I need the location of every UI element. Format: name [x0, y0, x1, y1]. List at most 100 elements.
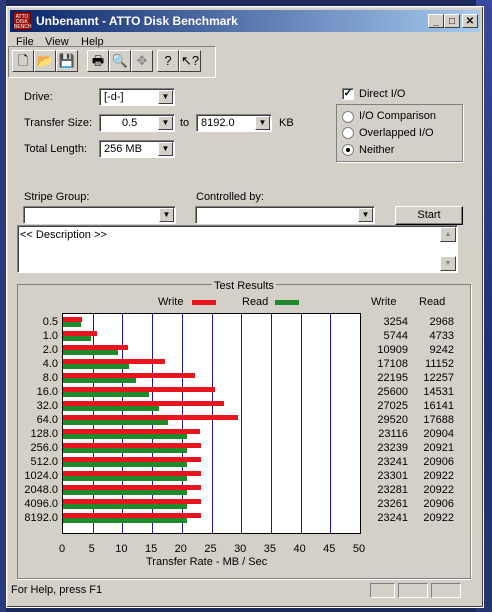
y-tick-label: 512.0 [30, 456, 58, 468]
io-comparison-radio[interactable] [342, 111, 354, 123]
x-tick-label: 45 [323, 543, 336, 555]
chevron-down-icon[interactable]: ▼ [158, 142, 173, 156]
read-value: 14531 [423, 386, 454, 398]
write-value: 23239 [377, 442, 408, 454]
print-preview-icon[interactable]: 🔍 [109, 50, 131, 72]
transfer-size-to-select[interactable]: 8192.0 ▼ [196, 114, 272, 132]
write-value: 29520 [377, 414, 408, 426]
controlled-by-select[interactable]: ▼ [195, 206, 375, 224]
read-value: 2968 [429, 316, 454, 328]
read-value: 20904 [423, 428, 454, 440]
read-value: 17688 [423, 414, 454, 426]
drive-select[interactable]: [-d-] ▼ [99, 88, 175, 106]
status-pane [370, 583, 395, 598]
move-icon[interactable]: ✥ [131, 50, 153, 72]
read-bar [63, 462, 188, 467]
write-value: 10909 [377, 344, 408, 356]
y-tick-label: 1024.0 [24, 470, 58, 482]
transfer-to-value: 8192.0 [201, 117, 235, 129]
read-bar [63, 406, 159, 411]
minimize-button[interactable]: _ [428, 14, 444, 28]
read-value: 16141 [423, 400, 454, 412]
gridline [211, 314, 213, 533]
scroll-down-icon[interactable]: ▼ [440, 256, 456, 271]
read-bar [63, 504, 188, 509]
total-length-select[interactable]: 256 MB ▼ [99, 140, 175, 158]
write-value: 23241 [377, 456, 408, 468]
context-help-icon[interactable]: ↖? [179, 50, 201, 72]
y-tick-label: 2048.0 [24, 484, 58, 496]
stripe-group-select[interactable]: ▼ [23, 206, 176, 224]
write-value: 23241 [377, 512, 408, 524]
save-icon[interactable]: 💾 [56, 50, 78, 72]
print-icon[interactable]: 🖶 [87, 50, 109, 72]
total-length-value: 256 MB [104, 143, 142, 155]
y-tick-label: 32.0 [36, 400, 58, 412]
gridline [330, 314, 332, 533]
chevron-down-icon[interactable]: ▼ [255, 116, 270, 130]
total-length-label: Total Length: [24, 143, 87, 155]
help-icon[interactable]: ? [157, 50, 179, 72]
read-bar [63, 378, 136, 383]
transfer-size-label: Transfer Size: [24, 117, 93, 129]
kb-label: KB [279, 117, 294, 129]
chevron-down-icon[interactable]: ▼ [158, 90, 173, 104]
x-tick-label: 50 [352, 543, 366, 555]
new-file-icon[interactable]: 🗋 [12, 50, 34, 72]
x-tick-label: 10 [115, 543, 128, 555]
legend-write-swatch [192, 300, 216, 305]
transfer-size-from-select[interactable]: 0.5 ▼ [99, 114, 175, 132]
y-tick-label: 4096.0 [24, 498, 58, 510]
x-tick-label: 0 [58, 543, 66, 555]
maximize-button[interactable]: □ [444, 14, 460, 28]
read-bar [63, 336, 92, 341]
write-value: 23116 [378, 428, 408, 440]
write-value: 3254 [383, 316, 408, 328]
test-results-title: Test Results [212, 280, 276, 292]
read-value: 11152 [425, 358, 454, 370]
read-value: 4733 [429, 330, 454, 342]
direct-io-checkbox[interactable]: ✓ [342, 88, 354, 100]
read-bar [63, 364, 130, 369]
read-bar [63, 392, 150, 397]
write-value: 25600 [377, 386, 408, 398]
status-pane [398, 583, 428, 598]
write-value: 23261 [377, 498, 408, 510]
read-value: 20921 [423, 442, 454, 454]
window-title: Unbenannt - ATTO Disk Benchmark [36, 14, 238, 28]
start-button[interactable]: Start [395, 206, 463, 225]
status-pane [431, 583, 461, 598]
y-tick-label: 16.0 [36, 386, 58, 398]
y-tick-label: 8.0 [42, 372, 58, 384]
write-value: 22195 [377, 372, 408, 384]
legend-read-swatch [275, 300, 299, 305]
chevron-down-icon[interactable]: ▼ [158, 116, 173, 130]
chevron-down-icon[interactable]: ▼ [159, 208, 174, 222]
read-value: 20922 [423, 512, 454, 524]
atto-app-icon[interactable]: ATTO DISK BENCH [13, 12, 32, 30]
chevron-down-icon[interactable]: ▼ [358, 208, 373, 222]
read-bar [63, 490, 188, 495]
read-bar [63, 420, 169, 425]
overlapped-io-radio[interactable] [342, 127, 354, 139]
scroll-up-icon[interactable]: ▲ [440, 227, 456, 242]
read-bar [63, 434, 188, 439]
status-bar: For Help, press F1 [3, 581, 473, 599]
read-bar [63, 322, 81, 327]
read-bar [63, 476, 188, 481]
close-button[interactable]: ✕ [462, 14, 478, 28]
y-tick-label: 64.0 [36, 414, 58, 426]
overlapped-io-label[interactable]: Overlapped I/O [359, 127, 434, 139]
description-textarea[interactable]: << Description >> ▲ ▼ [17, 225, 458, 273]
x-tick-label: 35 [263, 543, 277, 555]
neither-radio[interactable] [342, 144, 354, 156]
chart-plot-area [62, 313, 361, 534]
title-bar[interactable]: ATTO DISK BENCH Unbenannt - ATTO Disk Benc… [10, 10, 480, 32]
direct-io-label[interactable]: Direct I/O [359, 88, 405, 100]
neither-label[interactable]: Neither [359, 144, 394, 156]
io-comparison-label[interactable]: I/O Comparison [359, 110, 436, 122]
open-folder-icon[interactable]: 📂 [34, 50, 56, 72]
column-header-write: Write [371, 296, 397, 308]
transfer-from-value: 0.5 [122, 117, 138, 129]
read-bar [63, 350, 118, 355]
